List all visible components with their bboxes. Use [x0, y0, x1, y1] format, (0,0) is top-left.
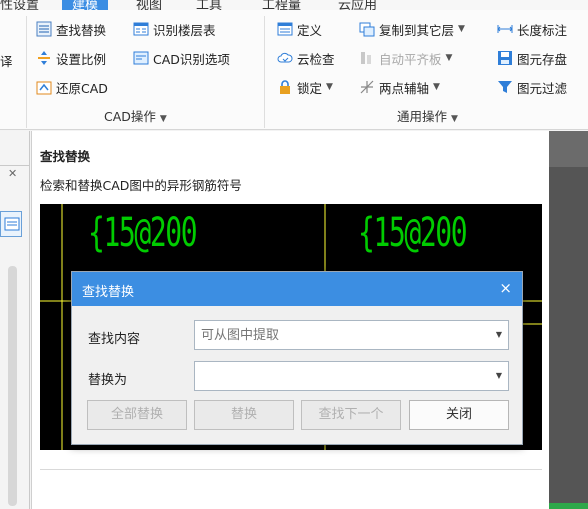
menu-item-quantities[interactable]: 工程量 — [262, 0, 301, 10]
length-annotation-button[interactable]: 长度标注 — [497, 18, 567, 40]
chevron-down-icon: ▼ — [451, 114, 458, 124]
panel-title: 查找替换 — [40, 149, 91, 164]
replace-with-combo[interactable]: ▼ — [194, 361, 509, 391]
replace-with-input[interactable] — [195, 362, 508, 390]
canvas-status-strip — [549, 503, 588, 509]
chevron-down-icon: ▼ — [445, 53, 453, 63]
filter-elements-label: 图元过滤 — [517, 80, 568, 96]
menu-bar: 性设置 建模 视图 工具 工程量 云应用 — [0, 0, 588, 10]
find-replace-button[interactable]: 查找替换 — [36, 18, 106, 40]
drawing-canvas[interactable] — [549, 131, 588, 509]
cad-rebar-text: {15@200 — [88, 210, 198, 256]
length-annotation-label: 长度标注 — [517, 22, 568, 38]
replace-with-label: 替换为 — [88, 373, 128, 388]
copy-to-floor-icon — [359, 21, 375, 37]
restore-cad-icon — [36, 79, 52, 95]
side-panel-tab[interactable] — [0, 211, 22, 237]
dialog-titlebar[interactable]: 查找替换 × — [72, 272, 522, 306]
filter-icon — [497, 79, 513, 95]
dialog-title: 查找替换 — [82, 285, 135, 300]
ribbon-separator — [264, 16, 265, 128]
list-icon — [4, 217, 20, 231]
identify-floor-table-button[interactable]: 识别楼层表 — [133, 18, 216, 40]
set-scale-icon — [36, 50, 52, 66]
cloud-check-icon — [277, 50, 293, 66]
divider — [0, 165, 29, 166]
floor-table-icon — [133, 21, 149, 37]
cad-group-label[interactable]: CAD操作 ▼ — [104, 106, 167, 125]
menu-item-property-settings[interactable]: 性设置 — [0, 0, 39, 10]
ribbon-cut-label: 译 — [0, 53, 13, 69]
restore-cad-button[interactable]: 还原CAD — [36, 76, 108, 98]
auto-align-slab-button[interactable]: 自动平齐板 ▼ — [359, 47, 452, 69]
chevron-down-icon: ▼ — [159, 114, 167, 124]
set-scale-button[interactable]: 设置比例 — [36, 47, 106, 69]
close-button[interactable]: 关闭 — [409, 400, 509, 430]
identify-floor-table-label: 识别楼层表 — [153, 22, 216, 38]
find-replace-label: 查找替换 — [56, 22, 107, 38]
set-scale-label: 设置比例 — [56, 51, 107, 67]
find-replace-icon — [36, 21, 52, 37]
chevron-down-icon: ▼ — [326, 82, 333, 92]
cad-rebar-text: {15@200 — [358, 210, 468, 256]
menu-item-cloud-apps[interactable]: 云应用 — [338, 0, 377, 10]
chevron-down-icon[interactable]: ▼ — [496, 371, 502, 380]
find-content-combo[interactable]: ▼ — [194, 320, 509, 350]
general-group-label[interactable]: 通用操作 ▼ — [397, 106, 458, 125]
chevron-down-icon: ▼ — [458, 24, 465, 34]
menu-item-tools[interactable]: 工具 — [196, 0, 222, 10]
two-point-axis-icon — [359, 79, 375, 95]
find-content-label: 查找内容 — [88, 332, 141, 347]
scrollbar[interactable] — [8, 266, 17, 506]
cad-recognition-options-label: CAD识别选项 — [153, 51, 230, 67]
chevron-down-icon[interactable]: ▼ — [496, 330, 502, 339]
replace-all-button[interactable]: 全部替换 — [87, 400, 187, 430]
cad-recognition-options-button[interactable]: CAD识别选项 — [133, 47, 230, 69]
define-icon — [277, 21, 293, 37]
cloud-check-button[interactable]: 云检查 — [277, 47, 335, 69]
copy-to-other-floor-button[interactable]: 复制到其它层 ▼ — [359, 18, 465, 40]
lock-icon — [277, 79, 293, 95]
two-point-axis-button[interactable]: 两点辅轴 ▼ — [359, 76, 440, 98]
length-annotation-icon — [497, 21, 513, 37]
ribbon: 译 查找替换 设置比例 还原CAD 识别楼层表 CAD识别选项 CAD操作 ▼ 定… — [0, 10, 588, 130]
divider — [40, 469, 542, 470]
left-side-panel: ✕ — [0, 131, 30, 509]
define-label: 定义 — [297, 22, 323, 38]
menu-tab-modeling[interactable]: 建模 — [62, 0, 109, 10]
replace-button[interactable]: 替换 — [194, 400, 294, 430]
cloud-check-label: 云检查 — [297, 51, 335, 67]
panel-description: 检索和替换CAD图中的异形钢筋符号 — [40, 178, 242, 193]
find-replace-dialog: 查找替换 × 查找内容 ▼ 替换为 ▼ 全部替换 替换 查找下一个 关闭 — [71, 271, 523, 445]
save-elements-label: 图元存盘 — [517, 51, 568, 67]
lock-button[interactable]: 锁定 ▼ — [277, 76, 333, 98]
filter-elements-button[interactable]: 图元过滤 — [497, 76, 567, 98]
define-button[interactable]: 定义 — [277, 18, 322, 40]
find-next-button[interactable]: 查找下一个 — [301, 400, 401, 430]
auto-align-slab-label: 自动平齐板 — [379, 51, 442, 67]
copy-to-other-floor-label: 复制到其它层 — [379, 22, 455, 38]
cad-options-icon — [133, 50, 149, 66]
restore-cad-label: 还原CAD — [56, 80, 108, 96]
chevron-down-icon: ▼ — [433, 82, 440, 92]
two-point-axis-label: 两点辅轴 — [379, 80, 430, 96]
save-elements-button[interactable]: 图元存盘 — [497, 47, 567, 69]
lock-label: 锁定 — [297, 80, 323, 96]
save-elements-icon — [497, 50, 513, 66]
ribbon-separator — [26, 16, 27, 128]
menu-item-view[interactable]: 视图 — [136, 0, 162, 10]
find-content-input[interactable] — [195, 321, 508, 349]
close-icon[interactable]: ✕ — [8, 167, 17, 180]
close-icon[interactable]: × — [499, 279, 512, 297]
canvas-header — [549, 131, 588, 167]
auto-align-icon — [359, 50, 375, 66]
